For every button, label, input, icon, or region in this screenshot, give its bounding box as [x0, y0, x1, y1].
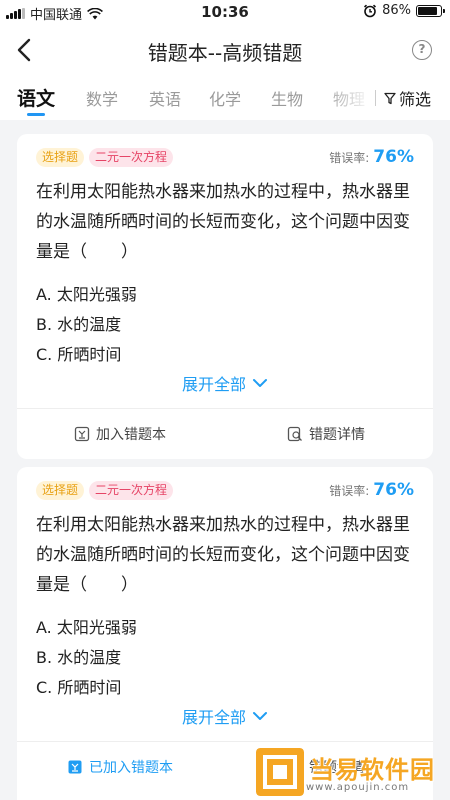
tab-english[interactable]: 英语	[149, 86, 181, 110]
error-rate-label: 错误率:	[329, 151, 370, 165]
question-text: 在利用太阳能热水器来加热水的过程中，热水器里的水温随所晒时间的长短而变化，这个问…	[36, 515, 410, 595]
question-text: 在利用太阳能热水器来加热水的过程中，热水器里的水温随所晒时间的长短而变化，这个问…	[36, 182, 410, 262]
add-to-notebook-button[interactable]: 加入错题本	[74, 424, 166, 444]
page-title: 错题本--高频错题	[147, 41, 303, 65]
alarm-icon	[364, 4, 377, 17]
tab-chemistry[interactable]: 化学	[209, 86, 241, 110]
tab-biology[interactable]: 生物	[271, 86, 303, 110]
question-detail-label: 错题详情	[309, 427, 365, 443]
option-c: C. 所晒时间	[36, 678, 122, 697]
add-notebook-icon	[74, 426, 90, 442]
tab-math[interactable]: 数学	[86, 86, 118, 110]
filter-button[interactable]: 筛选	[384, 86, 431, 110]
option-list: A. 太阳光强弱 B. 水的温度 C. 所晒时间	[36, 613, 137, 703]
option-c: C. 所晒时间	[36, 345, 122, 364]
tab-divider	[375, 90, 376, 106]
watermark-url: www.apoujin.com	[306, 782, 410, 793]
chevron-down-icon	[253, 712, 267, 720]
added-notebook-icon	[68, 760, 82, 774]
added-to-notebook-button[interactable]: 已加入错题本	[67, 757, 173, 777]
battery-percent: 86%	[382, 3, 411, 18]
site-watermark: 当易软件园 www.apoujin.com	[256, 748, 450, 800]
topic-badge: 二元一次方程	[89, 481, 174, 500]
detail-search-icon	[287, 426, 302, 442]
expand-all-label: 展开全部	[181, 708, 246, 727]
question-type-badge: 选择题	[36, 481, 85, 500]
battery-icon	[416, 4, 445, 17]
question-type-badge: 选择题	[36, 148, 85, 167]
option-a: A. 太阳光强弱	[36, 285, 137, 304]
tab-scroll-fade	[322, 76, 372, 120]
option-b: B. 水的温度	[36, 315, 122, 334]
error-rate-label: 错误率:	[329, 484, 370, 498]
error-rate-value: 76%	[373, 147, 414, 167]
card-divider	[17, 741, 433, 742]
help-icon[interactable]: ?	[412, 40, 432, 60]
status-bar: 中国联通 10:36 86%	[0, 0, 450, 24]
tab-chinese[interactable]: 语文	[17, 84, 55, 111]
question-detail-button[interactable]: 错题详情	[287, 424, 365, 444]
option-b: B. 水的温度	[36, 648, 122, 667]
active-tab-indicator	[27, 113, 45, 116]
filter-icon	[384, 92, 396, 104]
expand-all-button[interactable]: 展开全部	[17, 704, 433, 728]
option-list: A. 太阳光强弱 B. 水的温度 C. 所晒时间	[36, 280, 137, 370]
expand-all-label: 展开全部	[181, 375, 246, 394]
added-to-notebook-label: 已加入错题本	[89, 760, 173, 776]
subject-tabs: 语文 数学 英语 化学 生物 物理 筛选	[0, 76, 450, 120]
add-to-notebook-label: 加入错题本	[96, 427, 166, 443]
nav-header: 错题本--高频错题 ?	[0, 24, 450, 76]
topic-badge: 二元一次方程	[89, 148, 174, 167]
option-a: A. 太阳光强弱	[36, 618, 137, 637]
error-rate-value: 76%	[373, 480, 414, 500]
watermark-logo	[256, 748, 304, 796]
expand-all-button[interactable]: 展开全部	[17, 371, 433, 395]
watermark-name: 当易软件园	[310, 756, 435, 784]
chevron-down-icon	[253, 379, 267, 387]
filter-label: 筛选	[399, 90, 432, 109]
question-card[interactable]: 选择题 二元一次方程 错误率: 76% 在利用太阳能热水器来加热水的过程中，热水…	[17, 134, 433, 459]
card-divider	[17, 408, 433, 409]
